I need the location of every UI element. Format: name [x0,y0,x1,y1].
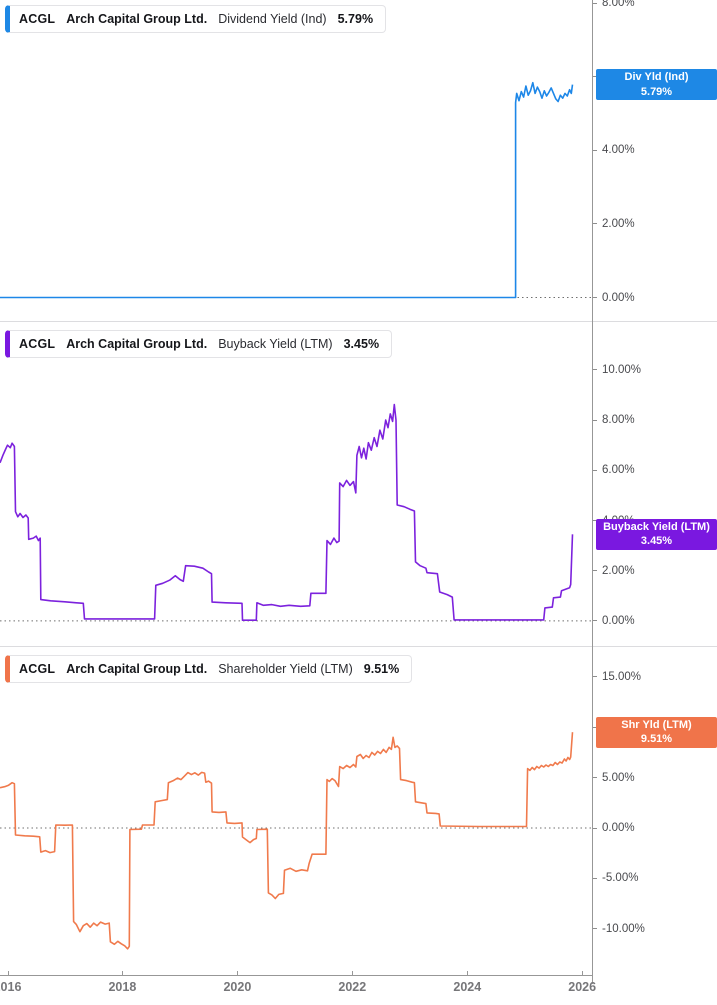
company-name-label: Arch Capital Group Ltd. [66,662,208,676]
x-axis-tick [7,971,9,975]
y-tick-label: 8.00% [602,0,635,10]
x-axis-year-label: 2022 [338,980,367,994]
ticker-label: ACGL [19,662,56,676]
ticker-label: ACGL [19,337,56,351]
multi-panel-yield-chart: 8.00% 6.00% 4.00% 2.00% 0.00% ACGL Arch Capi… [0,0,717,1005]
last-value-tag-dividend-yield[interactable]: Div Yld (Ind) 5.79% [596,69,717,101]
series-header-dividend-yield[interactable]: ACGL Arch Capital Group Ltd. Dividend Yi… [5,5,387,33]
y-tick-label: 0.00% [602,291,635,304]
x-axis-tick [582,971,584,975]
x-axis-year-label: 2018 [108,980,137,994]
y-tick-label: 15.00% [602,670,642,683]
company-name-label: Arch Capital Group Ltd. [66,337,208,351]
y-tick-label: 0.00% [602,822,635,834]
x-axis-year-label: 2026 [568,980,597,994]
y-tick-label: 4.00% [602,144,635,157]
series-header-buyback-yield[interactable]: ACGL Arch Capital Group Ltd. Buyback Yie… [5,330,393,358]
panel-shareholder-yield: 15.00%10.00%5.00%0.00%-5.00%-10.00% ACGL… [0,646,717,975]
y-tick-label: 5.00% [602,771,635,784]
y-tick: 15.00% [592,671,641,683]
y-tick-label: -10.00% [602,922,645,935]
y-tick: 6.00% [592,464,635,476]
y-tick: 4.00% [592,144,635,156]
panel-divider [0,646,717,647]
y-tick: 0.00% [592,292,635,304]
y-tick: -5.00% [592,872,638,884]
y-tick-label: 2.00% [602,217,635,230]
tag-series-value: 9.51% [640,733,673,746]
metric-value-label: 3.45% [343,337,380,351]
panel-dividend-yield: 8.00%6.00%4.00%2.00%0.00% ACGL Arch Capi… [0,0,717,321]
y-tick: 10.00% [592,364,641,376]
series-line [0,732,574,950]
tag-series-value: 5.79% [640,85,673,98]
x-axis-year-label: 2024 [453,980,482,994]
right-axis-line [592,0,593,984]
tag-series-label: Div Yld (Ind) [624,71,689,84]
y-tick: 5.00% [592,772,635,784]
y-tick: 0.00% [592,822,635,834]
series-line [0,81,574,299]
metric-name-label: Dividend Yield (Ind) [218,12,327,26]
tag-series-value: 3.45% [640,535,673,548]
series-header-shareholder-yield[interactable]: ACGL Arch Capital Group Ltd. Shareholder… [5,655,413,683]
y-tick-label: 0.00% [602,614,635,627]
y-tick-label: 8.00% [602,414,635,427]
y-tick: 0.00% [592,615,635,627]
x-axis-year-label: 2016 [0,980,22,994]
panel-divider [0,321,717,322]
panel-buyback-yield: 10.00%8.00%6.00%4.00%2.00%0.00% ACGL Arc… [0,321,717,646]
company-name-label: Arch Capital Group Ltd. [66,12,208,26]
tag-series-label: Shr Yld (LTM) [621,718,692,731]
y-tick: 2.00% [592,218,635,230]
metric-value-label: 5.79% [337,12,374,26]
tag-series-label: Buyback Yield (LTM) [603,521,710,533]
y-tick: 2.00% [592,565,635,577]
ticker-label: ACGL [19,12,56,26]
last-value-tag-buyback-yield[interactable]: Buyback Yield (LTM) 3.45% [596,518,717,550]
buyback-yield-plot[interactable] [0,321,592,646]
y-tick-label: 6.00% [602,464,635,477]
y-tick-label: 10.00% [602,363,642,376]
x-axis-tick [122,971,124,975]
x-axis-tick [352,971,354,975]
y-tick: -10.00% [592,923,645,935]
x-axis-tick [237,971,239,975]
dividend-yield-plot[interactable] [0,0,592,321]
metric-name-label: Shareholder Yield (LTM) [218,662,353,676]
series-line [0,403,574,622]
x-axis-year-label: 2020 [223,980,252,994]
y-tick: 8.00% [592,0,635,9]
y-tick: 8.00% [592,414,635,426]
metric-value-label: 9.51% [363,662,400,676]
x-axis-line [0,975,593,976]
y-tick-label: -5.00% [602,872,639,885]
x-axis-tick [467,971,469,975]
metric-name-label: Buyback Yield (LTM) [218,337,333,351]
shareholder-yield-plot[interactable] [0,646,592,975]
last-value-tag-shareholder-yield[interactable]: Shr Yld (LTM) 9.51% [596,716,717,748]
y-tick-label: 2.00% [602,564,635,577]
